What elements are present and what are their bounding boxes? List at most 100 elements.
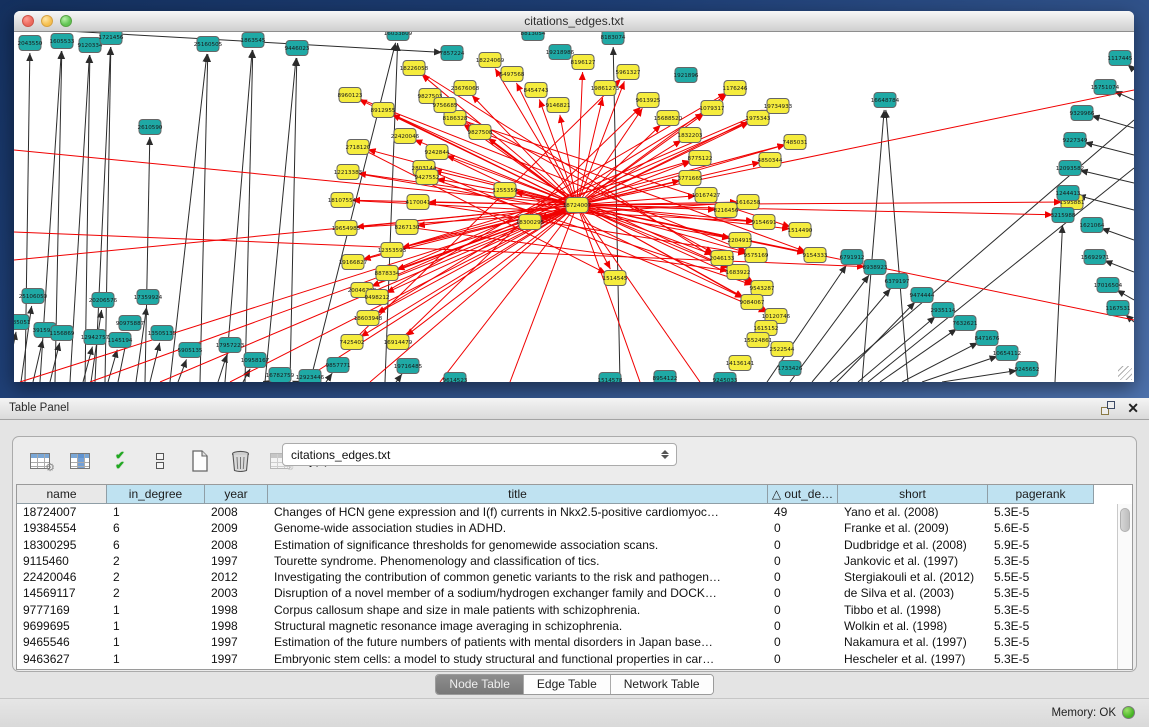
graph-node[interactable]: 1079317 — [700, 101, 725, 116]
graph-node[interactable]: 12942757 — [81, 330, 110, 345]
graph-node[interactable]: 9245033 — [713, 373, 738, 383]
graph-node[interactable]: 22420046 — [391, 129, 420, 144]
graph-node[interactable]: 9227349 — [1063, 133, 1088, 148]
graph-node[interactable]: 7425402 — [340, 335, 365, 350]
graph-node[interactable]: 9474444 — [910, 288, 935, 303]
window-titlebar[interactable]: citations_edges.txt — [14, 11, 1134, 32]
graph-node[interactable]: 8267130 — [395, 220, 420, 235]
graph-node[interactable]: 10654112 — [993, 346, 1021, 361]
table-row[interactable]: 1938455462009Genome-wide association stu… — [17, 520, 1132, 536]
graph-node[interactable]: 1985051 — [14, 315, 31, 330]
graph-node[interactable]: 19716485 — [394, 359, 423, 374]
graph-node[interactable]: 23676068 — [451, 81, 480, 96]
network-canvas[interactable]: 1872400789601238912955182260589827503818… — [14, 32, 1134, 382]
column-header-name[interactable]: name — [17, 485, 107, 504]
graph-node[interactable]: 8878334 — [375, 266, 400, 281]
graph-node[interactable]: 1514545 — [603, 271, 628, 286]
graph-node[interactable]: 9614523 — [443, 373, 468, 383]
graph-node[interactable]: 1733426 — [778, 361, 803, 376]
graph-node[interactable]: 6791912 — [840, 250, 865, 265]
table-row[interactable]: 1872400712008Changes of HCN gene express… — [17, 504, 1132, 520]
graph-node[interactable]: 1605533 — [50, 34, 75, 49]
graph-node[interactable]: 17016504 — [1094, 278, 1123, 293]
graph-node[interactable]: 5961327 — [616, 65, 641, 80]
graph-node[interactable]: 15751074 — [1091, 80, 1120, 95]
show-columns-button[interactable]: ✔✔ — [107, 448, 133, 474]
graph-node[interactable]: 1975343 — [746, 111, 771, 126]
graph-node[interactable]: 7632621 — [953, 316, 978, 331]
graph-node[interactable]: 10958167 — [241, 353, 270, 368]
graph-node[interactable]: 1176246 — [723, 81, 748, 96]
column-header-title[interactable]: title — [268, 485, 768, 504]
graph-node[interactable]: 9446023 — [285, 41, 310, 56]
graph-node[interactable]: 9498212 — [365, 290, 390, 305]
graph-node[interactable]: 2046133 — [710, 251, 735, 266]
graph-node[interactable]: 8454743 — [524, 83, 549, 98]
graph-node[interactable]: 19218986 — [546, 45, 575, 60]
graph-node[interactable]: 1514490 — [788, 223, 813, 238]
graph-node[interactable]: 90975887 — [116, 316, 145, 331]
graph-node[interactable]: 1921896 — [674, 68, 699, 83]
graph-node[interactable]: 3771665 — [678, 171, 703, 186]
new-column-button[interactable] — [187, 448, 213, 474]
graph-node[interactable]: 1683922 — [726, 265, 751, 280]
graph-node[interactable]: 7857224 — [440, 46, 465, 61]
graph-node[interactable]: 15524861 — [744, 333, 773, 348]
graph-node[interactable]: 5497568 — [500, 67, 525, 82]
graph-node[interactable]: 8938923 — [863, 260, 888, 275]
graph-node[interactable]: 10167427 — [692, 188, 721, 203]
select-column-button[interactable] — [67, 448, 93, 474]
delete-column-button[interactable] — [227, 448, 253, 474]
graph-node[interactable]: 2935114 — [931, 303, 956, 318]
graph-node[interactable]: 9329966 — [1070, 106, 1095, 121]
citation-nodes[interactable]: 1872400789601238912955182260589827503818… — [14, 32, 1133, 382]
graph-node[interactable]: 9857771 — [326, 358, 351, 373]
graph-node[interactable]: 18224069 — [476, 53, 505, 68]
table-row[interactable]: 911546021997Tourette syndrome. Phenomeno… — [17, 553, 1132, 569]
table-row[interactable]: 969969511998Structural magnetic resonanc… — [17, 618, 1132, 634]
graph-node[interactable]: 8196127 — [571, 55, 596, 70]
column-header-short[interactable]: short — [838, 485, 988, 504]
graph-node[interactable]: 19861273 — [591, 81, 620, 96]
column-header-pagerank[interactable]: pagerank — [988, 485, 1094, 504]
graph-node[interactable]: 9427552 — [415, 170, 440, 185]
graph-node[interactable]: 6379197 — [885, 274, 910, 289]
graph-node[interactable]: 2522544 — [770, 342, 795, 357]
graph-node[interactable]: 8183074 — [601, 32, 626, 45]
graph-node[interactable]: 15688520 — [654, 111, 683, 126]
graph-node[interactable]: 12213383 — [334, 165, 363, 180]
graph-node[interactable]: 1621064 — [1080, 218, 1105, 233]
graph-node[interactable]: 20206576 — [89, 293, 118, 308]
graph-node[interactable]: 12353593 — [378, 243, 407, 258]
scrollbar-thumb[interactable] — [1120, 508, 1130, 532]
graph-node[interactable]: 7485031 — [783, 135, 808, 150]
tab-edge-table[interactable]: Edge Table — [524, 675, 611, 694]
graph-node[interactable]: 16033809 — [384, 32, 413, 41]
graph-node[interactable]: 15692971 — [1081, 250, 1110, 265]
graph-node[interactable]: 1117445 — [1108, 51, 1133, 66]
graph-node[interactable]: 9154691 — [752, 215, 777, 230]
graph-node[interactable]: 18300295 — [516, 215, 545, 230]
graph-node[interactable]: 2718120 — [346, 140, 371, 155]
graph-node[interactable]: 18226058 — [400, 61, 429, 76]
graph-node[interactable]: 1721456 — [99, 32, 124, 45]
table-vertical-scrollbar[interactable] — [1117, 504, 1132, 669]
graph-node[interactable]: 2204915 — [728, 233, 753, 248]
graph-node[interactable]: 9242844 — [425, 145, 450, 160]
tab-node-table[interactable]: Node Table — [436, 675, 524, 694]
column-header-year[interactable]: year — [205, 485, 268, 504]
graph-node[interactable]: 9827508 — [468, 125, 493, 140]
graph-node[interactable]: 18107554 — [328, 193, 357, 208]
graph-node[interactable]: 14136141 — [726, 356, 755, 371]
graph-node[interactable]: 16914479 — [384, 335, 413, 350]
table-selector-dropdown[interactable]: citations_edges.txt — [282, 443, 677, 466]
graph-node[interactable]: 1514578 — [598, 373, 623, 383]
table-row[interactable]: 1456911722003Disruption of a novel membe… — [17, 585, 1132, 601]
table-row[interactable]: 977716911998Corpus callosum shape and si… — [17, 602, 1132, 618]
graph-node[interactable]: 8960123 — [338, 88, 363, 103]
graph-node[interactable]: 16648784 — [871, 93, 900, 108]
graph-node[interactable]: 1255359 — [493, 183, 518, 198]
graph-node[interactable]: 4170041 — [406, 195, 431, 210]
graph-node[interactable]: 4850344 — [758, 153, 783, 168]
graph-node[interactable]: 13505135 — [148, 326, 177, 341]
